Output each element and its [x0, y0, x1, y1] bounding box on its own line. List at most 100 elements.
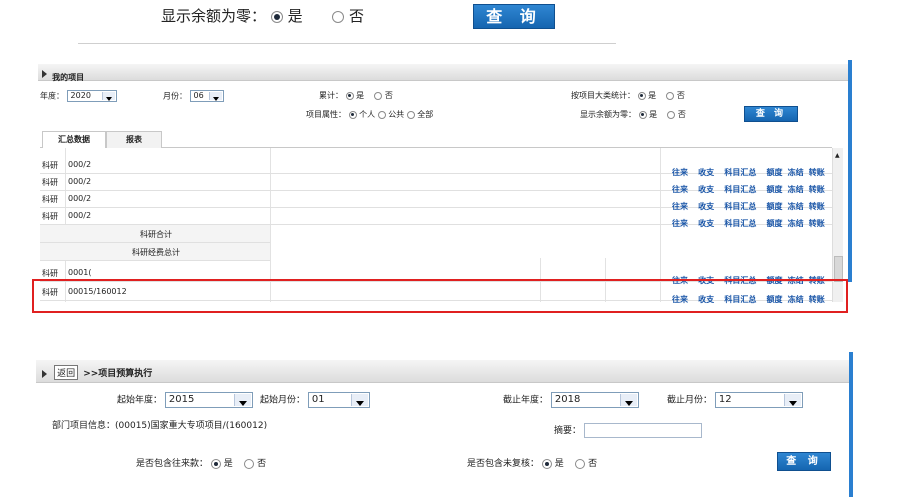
chevron-down-icon — [208, 92, 222, 101]
start-month-select[interactable]: 01 — [307, 392, 370, 408]
include-unreviewed-no-radio[interactable] — [575, 458, 586, 469]
category-no-label: 否 — [676, 91, 685, 100]
end-year-label: 截止年度： — [503, 395, 549, 406]
total-label: 科研经费总计 — [132, 248, 180, 257]
year-select[interactable]: 2020 — [66, 90, 117, 102]
start-year-filter: 起始年度： 2015 — [117, 392, 253, 408]
budget-title: >>项目预算执行 — [83, 369, 153, 379]
row-actions: 往来 收支 科目汇总 额度 冻结 转账 — [672, 211, 825, 230]
include-tx-yes-radio[interactable] — [210, 458, 221, 469]
action-subject-summary[interactable]: 科目汇总 — [724, 219, 756, 228]
row-type: 科研 — [42, 212, 58, 221]
month-label: 月份： — [163, 91, 187, 101]
year-label: 年度： — [40, 91, 64, 101]
chevron-down-icon — [350, 394, 368, 406]
dept-info-label: 部门项目信息： — [52, 421, 116, 431]
expand-triangle-icon — [42, 70, 47, 78]
attr-personal-radio[interactable] — [348, 110, 357, 119]
action-income-expense[interactable]: 收支 — [698, 219, 714, 228]
month-select[interactable]: 06 — [189, 90, 224, 102]
side-accent-2 — [849, 352, 853, 497]
year-value: 2020 — [70, 91, 91, 100]
subtotal-row: 科研合计 — [40, 225, 270, 243]
attr-all-radio[interactable] — [406, 110, 415, 119]
start-year-select[interactable]: 2015 — [164, 392, 253, 408]
dept-info: 部门项目信息：(00015)国家重大专项项目/(160012) — [52, 418, 267, 431]
end-year-select[interactable]: 2018 — [550, 392, 639, 408]
row-code: 0001( — [68, 268, 92, 277]
include-tx-no-radio[interactable] — [244, 458, 255, 469]
start-month-label: 起始月份： — [260, 395, 306, 406]
action-quota[interactable]: 额度 — [767, 219, 783, 228]
row-type: 科研 — [42, 161, 58, 170]
zero-no-radio-small[interactable] — [667, 110, 676, 119]
row-type: 科研 — [42, 195, 58, 204]
top-query-button[interactable]: 查 询 — [473, 4, 555, 29]
tab-summary[interactable]: 汇总数据 — [42, 131, 106, 148]
zero-no-radio[interactable] — [332, 10, 345, 23]
cumulative-yes-label: 是 — [356, 91, 365, 100]
cumulative-no-label: 否 — [384, 91, 393, 100]
include-unreviewed-filter: 是否包含未复核： 是 否 — [467, 456, 597, 469]
end-year-value: 2018 — [554, 394, 581, 405]
attr-public-radio[interactable] — [377, 110, 386, 119]
budget-query-button[interactable]: 查 询 — [777, 452, 831, 471]
action-transfer[interactable]: 转账 — [809, 219, 825, 228]
include-tx-label: 是否包含往来款： — [136, 459, 209, 469]
include-unreviewed-no-label: 否 — [588, 459, 598, 469]
month-filter: 月份： 06 — [163, 90, 224, 102]
chevron-down-icon — [619, 394, 637, 406]
zero-label: 显示余额为零： — [580, 110, 636, 119]
tab-report[interactable]: 报表 — [106, 131, 162, 148]
dept-info-value: (00015)国家重大专项项目/(160012) — [115, 421, 268, 431]
end-month-filter: 截止月份： 12 — [667, 392, 803, 408]
end-month-select[interactable]: 12 — [714, 392, 803, 408]
summary-label: 摘要： — [554, 426, 582, 436]
start-month-filter: 起始月份： 01 — [260, 392, 370, 408]
row-type: 科研 — [42, 178, 58, 187]
include-tx-yes-label: 是 — [223, 459, 233, 469]
include-unreviewed-label: 是否包含未复核： — [467, 459, 540, 469]
zero-no-label: 否 — [348, 7, 364, 25]
table-row: 科研 000/2 往来 收支 科目汇总 额度 冻结 转账 — [40, 173, 832, 194]
budget-header: 返回 >>项目预算执行 — [36, 360, 849, 383]
attr-all-label: 全部 — [417, 110, 434, 119]
start-year-label: 起始年度： — [117, 395, 163, 406]
summary-input[interactable] — [583, 423, 702, 438]
zero-filter-small: 显示余额为零： 是 否 — [580, 109, 686, 120]
total-row: 科研经费总计 — [40, 243, 270, 261]
table-row: 科研 000/2 往来 收支 科目汇总 额度 冻结 转账 — [40, 190, 832, 211]
zero-balance-filter: 显示余额为零： 是 否 — [161, 5, 364, 26]
include-tx-filter: 是否包含往来款： 是 否 — [136, 456, 266, 469]
cumulative-filter: 累计： 是 否 — [319, 90, 393, 101]
start-month-value: 01 — [311, 394, 325, 405]
zero-yes-radio-small[interactable] — [638, 110, 647, 119]
zero-yes-radio[interactable] — [270, 10, 283, 23]
attr-public-label: 公共 — [388, 110, 405, 119]
zero-yes-label: 是 — [287, 7, 303, 25]
zero-no-label-small: 否 — [677, 110, 686, 119]
start-year-value: 2015 — [168, 394, 195, 405]
table-row: 科研 000/2 往来 收支 科目汇总 额度 冻结 转账 — [40, 156, 832, 177]
attr-filter: 项目属性： 个人 公共 全部 — [306, 109, 433, 120]
month-value: 06 — [193, 91, 204, 100]
panel-query-button[interactable]: 查 询 — [744, 106, 798, 122]
back-button[interactable]: 返回 — [54, 365, 79, 380]
row-code: 000/2 — [68, 211, 92, 220]
chevron-down-icon — [101, 92, 115, 101]
action-transactions[interactable]: 往来 — [672, 219, 688, 228]
include-unreviewed-yes-radio[interactable] — [541, 458, 552, 469]
category-no-radio[interactable] — [666, 91, 675, 100]
end-month-value: 12 — [718, 394, 732, 405]
panel-title: 我的项目 — [52, 73, 85, 82]
cumulative-yes-radio[interactable] — [345, 91, 354, 100]
subtotal-label: 科研合计 — [140, 230, 172, 239]
cumulative-label: 累计： — [319, 91, 343, 100]
scroll-up-icon[interactable]: ▲ — [835, 152, 840, 159]
zero-balance-label: 显示余额为零： — [161, 7, 267, 25]
category-yes-label: 是 — [648, 91, 657, 100]
action-freeze[interactable]: 冻结 — [788, 219, 804, 228]
attr-personal-label: 个人 — [359, 110, 376, 119]
cumulative-no-radio[interactable] — [374, 91, 383, 100]
category-yes-radio[interactable] — [637, 91, 646, 100]
